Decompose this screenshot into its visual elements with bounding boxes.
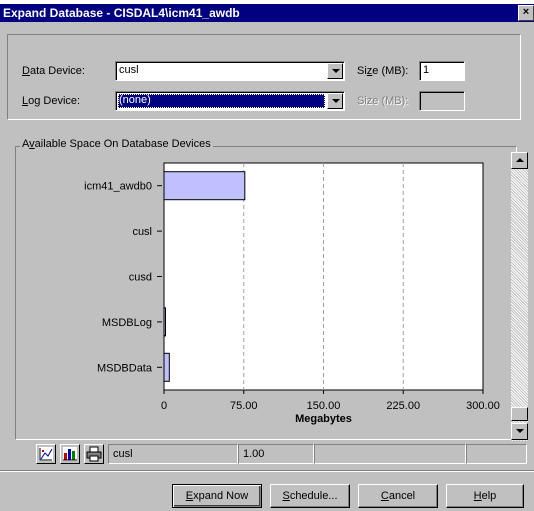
scroll-thumb[interactable] [511,407,528,421]
category-label: MSDBLog [102,317,152,329]
category-label: icm41_awdb0 [84,181,152,193]
schedule-button[interactable]: Schedule... [270,484,350,508]
scatter-chart-icon [39,447,53,461]
x-tick-label: 75.00 [230,400,258,412]
status-device-cell: cusl [108,444,238,464]
help-button[interactable]: Help [446,484,524,508]
x-axis-label: Megabytes [295,413,352,425]
button-divider [0,470,534,472]
x-tick-label: 225.00 [386,400,420,412]
chart-scrollbar[interactable] [511,152,528,441]
chart-status-bar: cusl 1.00 [22,443,529,465]
bar [163,171,246,201]
bar-chart-icon [63,447,77,461]
status-value-cell: 1.00 [238,444,314,464]
status-empty-cell-1 [314,444,466,464]
category-label: MSDBData [97,362,153,374]
available-space-chart: icm41_awdb0cusl cusd MSDBLog MSDBData 0 75.00… [84,162,500,425]
scatter-chart-button[interactable] [36,444,56,464]
x-tick-label: 150.00 [307,400,341,412]
bar [163,307,166,337]
category-label: cusl [132,226,152,238]
x-tick-label: 300.00 [466,400,500,412]
cancel-button[interactable]: Cancel [358,484,438,508]
x-tick-label: 0 [161,400,167,412]
status-empty-cell-2 [466,444,527,464]
expand-now-button[interactable]: Expand Now [172,484,262,508]
printer-icon [86,446,102,462]
bar-chart-button[interactable] [60,444,80,464]
print-button[interactable] [84,444,104,464]
bar [163,352,170,382]
category-label: cusd [129,272,152,284]
scroll-up-icon[interactable] [511,152,528,169]
scroll-down-icon[interactable] [511,423,528,440]
